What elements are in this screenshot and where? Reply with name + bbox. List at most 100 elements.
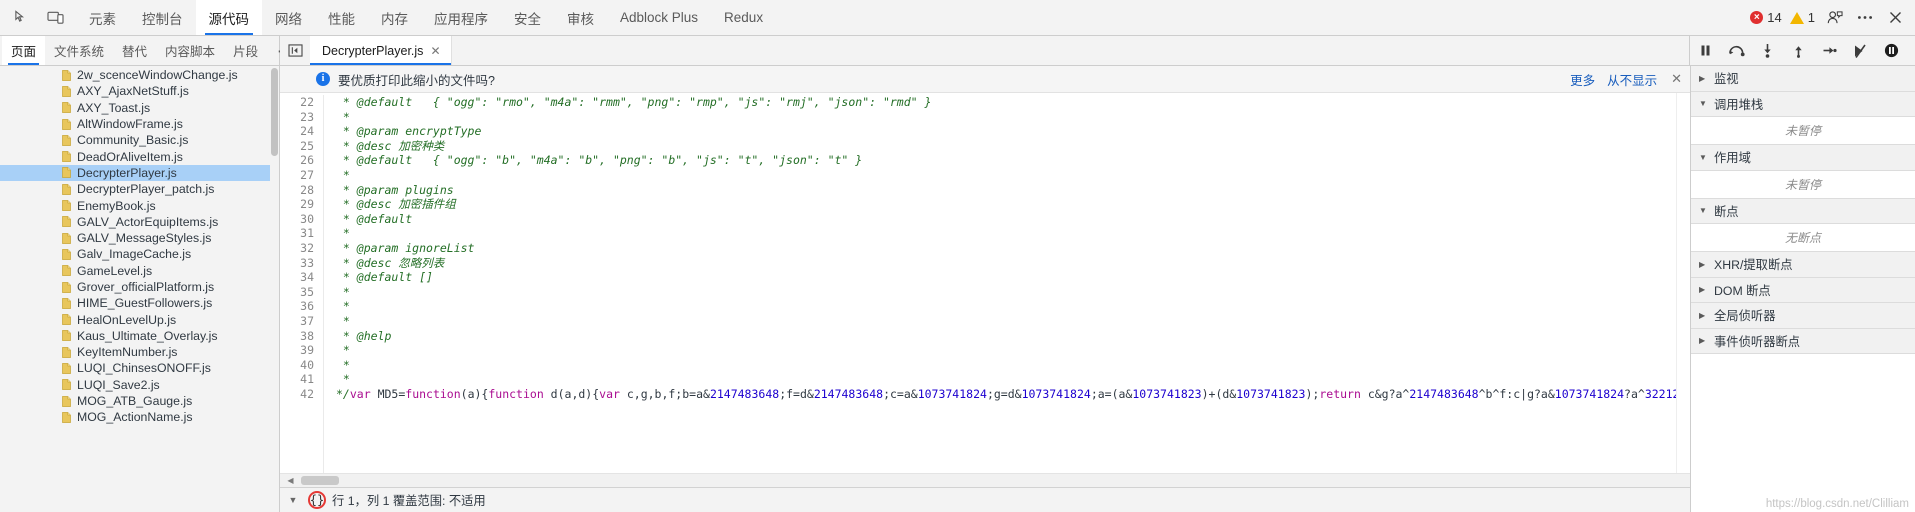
- nav-tab-snippets[interactable]: 片段: [224, 36, 267, 65]
- error-warning-summary[interactable]: × 14 1: [1746, 10, 1819, 25]
- tab-sources[interactable]: 源代码: [195, 0, 262, 35]
- tree-item-file[interactable]: DeadOrAliveItem.js: [0, 148, 279, 164]
- step-button[interactable]: [1814, 36, 1845, 65]
- line-number[interactable]: 34: [280, 270, 314, 285]
- code-area[interactable]: 22 23 24 25 26 27 28 29 30 31 32 33 34 35 36 37 38 39 40 41…: [280, 93, 1690, 473]
- tree-item-file[interactable]: Kaus_Ultimate_Overlay.js: [0, 328, 279, 344]
- editor-tab-decrypterplayer[interactable]: DecrypterPlayer.js ✕: [310, 36, 452, 65]
- kebab-menu-icon[interactable]: [1851, 4, 1879, 32]
- tree-item-file[interactable]: MOG_ActionName.js: [0, 409, 279, 425]
- tree-item-file[interactable]: GameLevel.js: [0, 263, 279, 279]
- device-toolbar-icon[interactable]: [38, 0, 72, 35]
- line-number[interactable]: 31: [280, 226, 314, 241]
- tab-redux[interactable]: Redux: [711, 0, 776, 35]
- code-content[interactable]: * @default { "ogg": "rmo", "m4a": "rmm",…: [324, 95, 1690, 473]
- tree-item-file[interactable]: AXY_Toast.js: [0, 100, 279, 116]
- line-number[interactable]: 41: [280, 372, 314, 387]
- show-navigator-icon[interactable]: [280, 36, 310, 65]
- pause-resume-button[interactable]: [1690, 36, 1721, 65]
- line-number[interactable]: 40: [280, 358, 314, 373]
- tab-performance[interactable]: 性能: [315, 0, 368, 35]
- line-number[interactable]: 30: [280, 212, 314, 227]
- tree-item-file[interactable]: Galv_ImageCache.js: [0, 246, 279, 262]
- line-number[interactable]: 25: [280, 139, 314, 154]
- tree-item-file[interactable]: AXY_AjaxNetStuff.js: [0, 83, 279, 99]
- debugger-section-header[interactable]: ▶ 监视: [1691, 66, 1915, 92]
- close-icon[interactable]: ✕: [1671, 71, 1682, 87]
- debugger-section-header[interactable]: ▼ 调用堆栈: [1691, 91, 1915, 117]
- tab-security[interactable]: 安全: [501, 0, 554, 35]
- sidebar-scrollbar[interactable]: [270, 66, 279, 512]
- line-number[interactable]: 37: [280, 314, 314, 329]
- code-line[interactable]: * @default: [336, 212, 1690, 227]
- line-number[interactable]: 24: [280, 124, 314, 139]
- line-number[interactable]: 33: [280, 256, 314, 271]
- deactivate-breakpoints-icon[interactable]: [1845, 36, 1876, 65]
- code-line[interactable]: * @param plugins: [336, 183, 1690, 198]
- tree-item-file[interactable]: DecrypterPlayer_patch.js: [0, 181, 279, 197]
- code-line[interactable]: *: [336, 299, 1690, 314]
- code-line[interactable]: * @default { "ogg": "b", "m4a": "b", "pn…: [336, 153, 1690, 168]
- step-over-button[interactable]: [1721, 36, 1752, 65]
- nav-tab-page[interactable]: 页面: [2, 36, 46, 65]
- infobar-never-show-link[interactable]: 从不显示: [1607, 70, 1657, 89]
- pause-on-exceptions-icon[interactable]: [1876, 36, 1907, 65]
- line-number[interactable]: 39: [280, 343, 314, 358]
- tree-item-file[interactable]: KeyItemNumber.js: [0, 344, 279, 360]
- infobar-more-link[interactable]: 更多: [1570, 70, 1595, 89]
- tree-item-file[interactable]: LUQI_ChinsesONOFF.js: [0, 360, 279, 376]
- debugger-section-header[interactable]: ▼ 作用域: [1691, 145, 1915, 171]
- code-line[interactable]: * @desc 加密种类: [336, 139, 1690, 154]
- code-line[interactable]: * @desc 加密插件组: [336, 197, 1690, 212]
- line-number[interactable]: 27: [280, 168, 314, 183]
- debugger-section-header[interactable]: ▶ DOM 断点: [1691, 277, 1915, 303]
- step-into-button[interactable]: [1752, 36, 1783, 65]
- editor-horizontal-scrollbar[interactable]: ◀: [280, 473, 1690, 487]
- hscroll-track[interactable]: [297, 475, 1690, 486]
- code-line[interactable]: * @default []: [336, 270, 1690, 285]
- code-line[interactable]: *: [336, 358, 1690, 373]
- code-line[interactable]: *: [336, 285, 1690, 300]
- sidebar-scrollbar-thumb[interactable]: [271, 68, 278, 156]
- tab-elements[interactable]: 元素: [76, 0, 129, 35]
- expand-drawer-icon[interactable]: ▼: [284, 495, 302, 505]
- nav-tab-content-scripts[interactable]: 内容脚本: [156, 36, 224, 65]
- step-out-button[interactable]: [1783, 36, 1814, 65]
- tree-item-file[interactable]: Grover_officialPlatform.js: [0, 279, 279, 295]
- tab-application[interactable]: 应用程序: [421, 0, 501, 35]
- line-number[interactable]: 22: [280, 95, 314, 110]
- tree-item-file[interactable]: 2w_scenceWindowChange.js: [0, 67, 279, 83]
- code-line[interactable]: * @default { "ogg": "rmo", "m4a": "rmm",…: [336, 95, 1690, 110]
- tab-network[interactable]: 网络: [262, 0, 315, 35]
- close-tab-icon[interactable]: ✕: [430, 44, 440, 58]
- scroll-left-arrow-icon[interactable]: ◀: [284, 476, 297, 485]
- hscroll-thumb[interactable]: [301, 476, 339, 485]
- code-line[interactable]: *: [336, 226, 1690, 241]
- code-line[interactable]: */var MD5=function(a){function d(a,d){va…: [336, 387, 1690, 402]
- tree-item-file[interactable]: DecrypterPlayer.js: [0, 164, 279, 182]
- tree-item-file[interactable]: HealOnLevelUp.js: [0, 311, 279, 327]
- code-line[interactable]: * @help: [336, 329, 1690, 344]
- debugger-section-header[interactable]: ▼ 断点: [1691, 198, 1915, 224]
- code-line[interactable]: *: [336, 168, 1690, 183]
- tab-audits[interactable]: 审核: [554, 0, 607, 35]
- close-devtools-icon[interactable]: [1881, 4, 1909, 32]
- code-line[interactable]: * @desc 忽略列表: [336, 256, 1690, 271]
- tree-item-file[interactable]: EnemyBook.js: [0, 197, 279, 213]
- tree-item-file[interactable]: Community_Basic.js: [0, 132, 279, 148]
- debugger-section-header[interactable]: ▶ 事件侦听器断点: [1691, 328, 1915, 354]
- code-line[interactable]: * @param encryptType: [336, 124, 1690, 139]
- line-number[interactable]: 35: [280, 285, 314, 300]
- code-line[interactable]: *: [336, 110, 1690, 125]
- debugger-section-header[interactable]: ▶ 全局侦听器: [1691, 303, 1915, 329]
- tree-item-file[interactable]: MOG_ATB_Gauge.js: [0, 393, 279, 409]
- line-number[interactable]: 36: [280, 299, 314, 314]
- line-number[interactable]: 23: [280, 110, 314, 125]
- code-line[interactable]: *: [336, 314, 1690, 329]
- tree-item-file[interactable]: GALV_ActorEquipItems.js: [0, 214, 279, 230]
- line-number[interactable]: 32: [280, 241, 314, 256]
- tree-item-file[interactable]: GALV_MessageStyles.js: [0, 230, 279, 246]
- user-account-icon[interactable]: [1821, 4, 1849, 32]
- tab-memory[interactable]: 内存: [368, 0, 421, 35]
- inspect-element-icon[interactable]: [4, 0, 38, 35]
